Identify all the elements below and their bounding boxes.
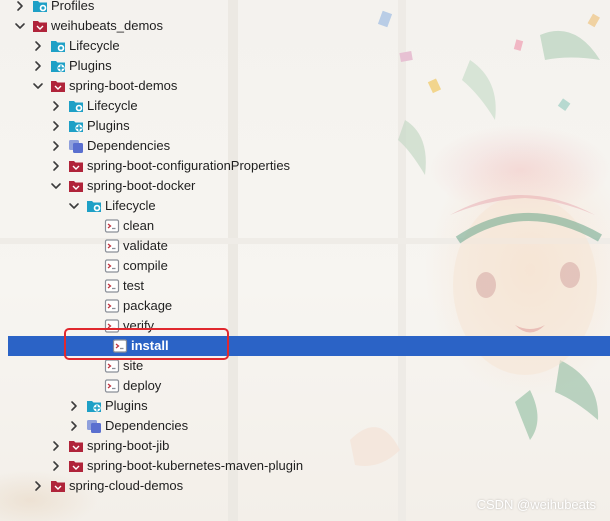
tree-row-plugins[interactable]: Plugins xyxy=(0,116,610,136)
chevron-right-icon[interactable] xyxy=(14,0,26,12)
tree-row-label: Plugins xyxy=(87,118,130,133)
lifecycle-goal-icon xyxy=(104,218,120,234)
lifecycle-goal-icon xyxy=(112,338,128,354)
tree-row-label: compile xyxy=(123,258,168,273)
tree-row-label: clean xyxy=(123,218,155,233)
tree-row-label: install xyxy=(131,338,169,353)
tree-row-label: Plugins xyxy=(69,58,112,73)
tree-row-lifecycle[interactable]: Lifecycle xyxy=(0,96,610,116)
tree-row-compile[interactable]: compile xyxy=(0,256,610,276)
lifecycle-goal-icon xyxy=(104,258,120,274)
maven-project-icon xyxy=(32,18,48,34)
chevron-right-icon[interactable] xyxy=(50,460,62,472)
tree-row-validate[interactable]: validate xyxy=(0,236,610,256)
chevron-right-icon[interactable] xyxy=(32,40,44,52)
lifecycle-goal-icon xyxy=(104,278,120,294)
tree-row-test[interactable]: test xyxy=(0,276,610,296)
tree-row-label: verify xyxy=(123,318,155,333)
maven-tool-window: Profiles weihubeats_demos Lifecycle Plugins… xyxy=(0,0,610,521)
plugins-folder-icon xyxy=(86,398,102,414)
maven-project-icon xyxy=(50,478,66,494)
lifecycle-folder-icon xyxy=(68,98,84,114)
dependencies-folder-icon xyxy=(68,138,84,154)
tree-row-lifecycle[interactable]: Lifecycle xyxy=(0,196,610,216)
maven-project-icon xyxy=(68,458,84,474)
chevron-right-icon[interactable] xyxy=(68,420,80,432)
lifecycle-goal-icon xyxy=(104,318,120,334)
chevron-right-icon[interactable] xyxy=(32,480,44,492)
tree-row-label: Profiles xyxy=(51,0,95,13)
plugins-folder-icon xyxy=(68,118,84,134)
lifecycle-goal-icon xyxy=(104,358,120,374)
chevron-right-icon[interactable] xyxy=(50,160,62,172)
maven-project-icon xyxy=(68,158,84,174)
tree-row-spring-boot-demos[interactable]: spring-boot-demos xyxy=(0,76,610,96)
tree-row-label: deploy xyxy=(123,378,162,393)
tree-row-label: Dependencies xyxy=(87,138,171,153)
chevron-right-icon[interactable] xyxy=(50,440,62,452)
tree-row-clean[interactable]: clean xyxy=(0,216,610,236)
tree-row-package[interactable]: package xyxy=(0,296,610,316)
tree-row-site[interactable]: site xyxy=(0,356,610,376)
lifecycle-goal-icon xyxy=(104,298,120,314)
tree-row-spring-boot-jib[interactable]: spring-boot-jib xyxy=(0,436,610,456)
maven-project-icon xyxy=(68,178,84,194)
tree-row-lifecycle[interactable]: Lifecycle xyxy=(0,36,610,56)
tree-row-deploy[interactable]: deploy xyxy=(0,376,610,396)
tree-row-spring-cloud-demos[interactable]: spring-cloud-demos xyxy=(0,476,610,496)
tree-row-label: spring-boot-jib xyxy=(87,438,170,453)
tree-row-label: spring-boot-docker xyxy=(87,178,196,193)
tree-row-label: spring-boot-demos xyxy=(69,78,178,93)
maven-project-icon xyxy=(68,438,84,454)
tree-row-install[interactable]: install xyxy=(8,336,610,356)
tree-row-label: package xyxy=(123,298,173,313)
tree-row-dependencies[interactable]: Dependencies xyxy=(0,136,610,156)
tree-row-verify[interactable]: verify xyxy=(0,316,610,336)
chevron-down-icon[interactable] xyxy=(14,20,26,32)
tree-row-label: Lifecycle xyxy=(87,98,138,113)
watermark: CSDN @weihubeats xyxy=(476,497,596,512)
tree-row-label: weihubeats_demos xyxy=(51,18,164,33)
tree-row-label: validate xyxy=(123,238,168,253)
tree-row-label: Dependencies xyxy=(105,418,189,433)
lifecycle-goal-icon xyxy=(104,238,120,254)
chevron-right-icon[interactable] xyxy=(50,120,62,132)
chevron-right-icon[interactable] xyxy=(50,140,62,152)
tree-row-plugins[interactable]: Plugins xyxy=(0,56,610,76)
chevron-right-icon[interactable] xyxy=(68,400,80,412)
tree-row-label: spring-boot-kubernetes-maven-plugin xyxy=(87,458,304,473)
tree-row-label: site xyxy=(123,358,144,373)
tree-row-weihubeats-demos[interactable]: weihubeats_demos xyxy=(0,16,610,36)
tree-row-spring-boot-kubernetes-maven-plugin[interactable]: spring-boot-kubernetes-maven-plugin xyxy=(0,456,610,476)
tree-row-label: Plugins xyxy=(105,398,148,413)
tree-row-label: Lifecycle xyxy=(105,198,156,213)
lifecycle-folder-icon xyxy=(50,38,66,54)
dependencies-folder-icon xyxy=(86,418,102,434)
tree-row-spring-boot-docker[interactable]: spring-boot-docker xyxy=(0,176,610,196)
tree-row-plugins[interactable]: Plugins xyxy=(0,396,610,416)
plugins-folder-icon xyxy=(50,58,66,74)
maven-project-icon xyxy=(50,78,66,94)
chevron-right-icon[interactable] xyxy=(50,100,62,112)
chevron-down-icon[interactable] xyxy=(50,180,62,192)
chevron-right-icon[interactable] xyxy=(32,60,44,72)
tree-row-profiles[interactable]: Profiles xyxy=(0,0,610,16)
tree-row-label: Lifecycle xyxy=(69,38,120,53)
chevron-down-icon[interactable] xyxy=(32,80,44,92)
tree-row-dependencies[interactable]: Dependencies xyxy=(0,416,610,436)
tree-row-spring-boot-configurationproperties[interactable]: spring-boot-configurationProperties xyxy=(0,156,610,176)
tree-row-label: spring-cloud-demos xyxy=(69,478,184,493)
tree-row-label: spring-boot-configurationProperties xyxy=(87,158,291,173)
lifecycle-goal-icon xyxy=(104,378,120,394)
lifecycle-folder-icon xyxy=(86,198,102,214)
tree-row-label: test xyxy=(123,278,144,293)
chevron-down-icon[interactable] xyxy=(68,200,80,212)
profiles-folder-icon xyxy=(32,0,48,14)
